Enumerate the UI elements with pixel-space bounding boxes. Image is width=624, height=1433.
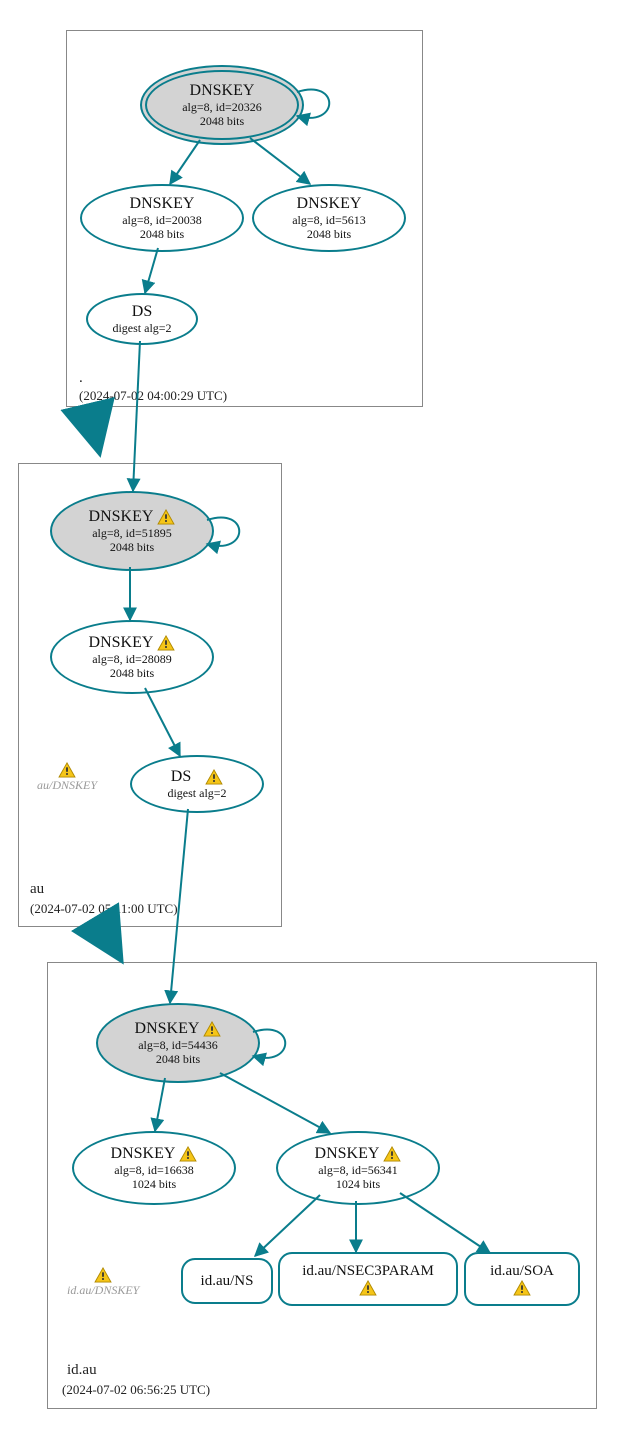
node-alg: alg=8, id=54436 — [138, 1038, 218, 1052]
node-title: DNSKEY — [111, 1145, 198, 1163]
zone-au-timestamp: (2024-07-02 05:11:00 UTC) — [30, 901, 178, 917]
warning-icon — [383, 1146, 401, 1162]
warning-icon — [513, 1280, 531, 1296]
idau-ksk-node[interactable]: DNSKEY alg=8, id=54436 2048 bits — [96, 1003, 260, 1083]
zone-root-name: . — [79, 370, 83, 387]
node-alg: alg=8, id=51895 — [92, 526, 172, 540]
idau-ns-node[interactable]: id.au/NS — [181, 1258, 273, 1304]
node-bits: 1024 bits — [132, 1177, 176, 1191]
node-title: DNSKEY — [89, 508, 176, 526]
node-title: id.au/NSEC3PARAM — [302, 1263, 434, 1280]
zone-idau-timestamp: (2024-07-02 06:56:25 UTC) — [62, 1382, 210, 1398]
root-zsk1-node[interactable]: DNSKEY alg=8, id=20038 2048 bits — [80, 184, 244, 252]
warning-icon — [58, 762, 76, 778]
node-title-text: DS — [171, 768, 191, 786]
node-title: DS — [132, 303, 152, 321]
node-title: DNSKEY — [135, 1020, 222, 1038]
node-alg: alg=8, id=20326 — [182, 100, 262, 114]
idau-dnskey-warning: id.au/DNSKEY — [67, 1267, 139, 1298]
au-zsk-node[interactable]: DNSKEY alg=8, id=28089 2048 bits — [50, 620, 214, 694]
zone-au-name: au — [30, 881, 44, 898]
node-title-text: DNSKEY — [315, 1145, 380, 1163]
node-alg: alg=8, id=56341 — [318, 1163, 398, 1177]
node-bits: 2048 bits — [307, 227, 351, 241]
warning-icon — [94, 1267, 112, 1283]
root-ds-node[interactable]: DS digest alg=2 — [86, 293, 198, 345]
warning-icon — [359, 1280, 377, 1296]
root-ksk-node[interactable]: DNSKEY alg=8, id=20326 2048 bits — [140, 65, 304, 145]
idau-soa-node[interactable]: id.au/SOA — [464, 1252, 580, 1306]
node-title: id.au/SOA — [490, 1263, 554, 1280]
au-ksk-node[interactable]: DNSKEY alg=8, id=51895 2048 bits — [50, 491, 214, 571]
au-dnskey-warning: au/DNSKEY — [37, 762, 97, 793]
node-title-text: DNSKEY — [89, 634, 154, 652]
float-label: au/DNSKEY — [37, 778, 97, 793]
node-alg: digest alg=2 — [112, 321, 171, 335]
warning-icon — [205, 769, 223, 785]
node-title-text: DNSKEY — [89, 508, 154, 526]
node-alg: digest alg=2 — [167, 786, 226, 800]
node-bits: 2048 bits — [110, 540, 154, 554]
node-bits: 2048 bits — [110, 666, 154, 680]
node-bits: 1024 bits — [336, 1177, 380, 1191]
root-zsk2-node[interactable]: DNSKEY alg=8, id=5613 2048 bits — [252, 184, 406, 252]
zone-idau-name: id.au — [67, 1362, 97, 1379]
node-bits: 2048 bits — [140, 227, 184, 241]
node-alg: alg=8, id=20038 — [122, 213, 202, 227]
node-title: DNSKEY — [315, 1145, 402, 1163]
idau-nsec3param-node[interactable]: id.au/NSEC3PARAM — [278, 1252, 458, 1306]
warning-icon — [179, 1146, 197, 1162]
idau-zsk1-node[interactable]: DNSKEY alg=8, id=16638 1024 bits — [72, 1131, 236, 1205]
node-title: DNSKEY — [130, 195, 195, 213]
idau-zsk2-node[interactable]: DNSKEY alg=8, id=56341 1024 bits — [276, 1131, 440, 1205]
warning-icon — [203, 1021, 221, 1037]
node-title: DNSKEY — [297, 195, 362, 213]
au-ds-node[interactable]: DS digest alg=2 — [130, 755, 264, 813]
node-title: DNSKEY — [190, 82, 255, 100]
node-alg: alg=8, id=28089 — [92, 652, 172, 666]
float-label: id.au/DNSKEY — [67, 1283, 139, 1298]
warning-icon — [157, 509, 175, 525]
node-title-text: DNSKEY — [111, 1145, 176, 1163]
node-alg: alg=8, id=16638 — [114, 1163, 194, 1177]
node-alg: alg=8, id=5613 — [292, 213, 366, 227]
node-title: id.au/NS — [201, 1273, 254, 1290]
warning-icon — [157, 635, 175, 651]
node-bits: 2048 bits — [200, 114, 244, 128]
node-bits: 2048 bits — [156, 1052, 200, 1066]
zone-root-timestamp: (2024-07-02 04:00:29 UTC) — [79, 388, 227, 404]
node-title: DS — [171, 768, 223, 786]
node-title-text: DNSKEY — [135, 1020, 200, 1038]
node-title: DNSKEY — [89, 634, 176, 652]
